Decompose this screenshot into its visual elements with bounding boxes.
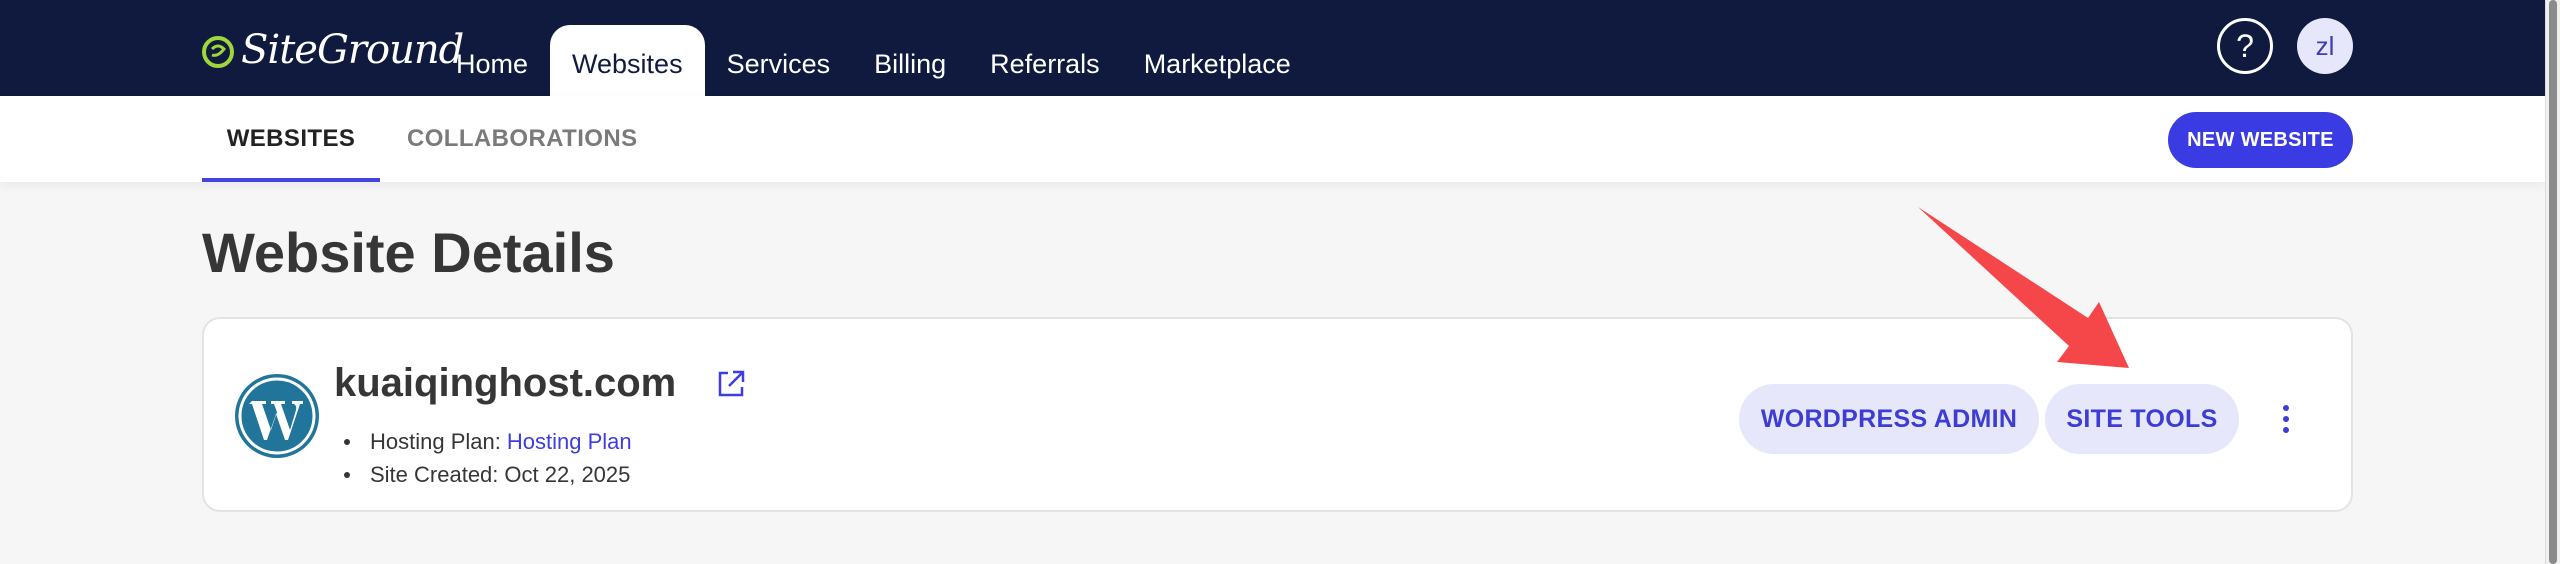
hosting-plan-label: Hosting Plan: <box>370 428 501 454</box>
brand-name: SiteGround <box>241 27 464 73</box>
tab-websites[interactable]: WEBSITES <box>202 96 380 182</box>
sub-navigation: WEBSITES COLLABORATIONS NEW WEBSITE <box>0 96 2545 182</box>
bullet-icon <box>344 438 350 445</box>
site-created-value: Oct 22, 2025 <box>504 461 631 487</box>
nav-websites[interactable]: Websites <box>550 25 705 96</box>
siteground-logo-icon <box>201 33 235 68</box>
nav-billing[interactable]: Billing <box>852 25 968 96</box>
site-tools-button[interactable]: SITE TOOLS <box>2045 384 2239 454</box>
site-meta-list: Hosting Plan: Hosting Plan Site Created:… <box>334 425 632 491</box>
help-button[interactable]: ? <box>2217 18 2273 74</box>
bullet-icon <box>344 471 350 478</box>
user-avatar[interactable]: zl <box>2297 18 2353 74</box>
more-options-icon[interactable] <box>2274 401 2298 437</box>
siteground-logo[interactable]: SiteGround <box>201 26 464 74</box>
avatar-initials: zl <box>2315 30 2335 61</box>
nav-home[interactable]: Home <box>434 25 550 96</box>
page-title: Website Details <box>202 221 615 284</box>
nav-services[interactable]: Services <box>705 25 853 96</box>
external-link-icon[interactable] <box>716 369 746 399</box>
tab-collaborations[interactable]: COLLABORATIONS <box>407 96 637 182</box>
hosting-plan-row: Hosting Plan: Hosting Plan <box>334 425 632 458</box>
main-nav: Home Websites Services Billing Referrals… <box>434 25 1313 96</box>
site-created-label: Site Created: <box>370 461 499 487</box>
nav-marketplace[interactable]: Marketplace <box>1122 25 1313 96</box>
top-navigation: SiteGround Home Websites Services Billin… <box>0 0 2545 96</box>
nav-referrals[interactable]: Referrals <box>968 25 1122 96</box>
site-domain: kuaiqinghost.com <box>334 361 677 405</box>
question-mark-icon: ? <box>2236 27 2254 64</box>
site-created-row: Site Created: Oct 22, 2025 <box>334 458 632 491</box>
hosting-plan-link[interactable]: Hosting Plan <box>507 429 632 455</box>
new-website-button[interactable]: NEW WEBSITE <box>2168 112 2353 168</box>
page-scrollbar[interactable] <box>2545 0 2560 564</box>
wordpress-icon <box>234 373 320 459</box>
wordpress-admin-button[interactable]: WORDPRESS ADMIN <box>1739 384 2039 454</box>
website-card: kuaiqinghost.com Hosting Plan: Hosting P… <box>202 317 2353 512</box>
scrollbar-thumb[interactable] <box>2549 0 2557 564</box>
